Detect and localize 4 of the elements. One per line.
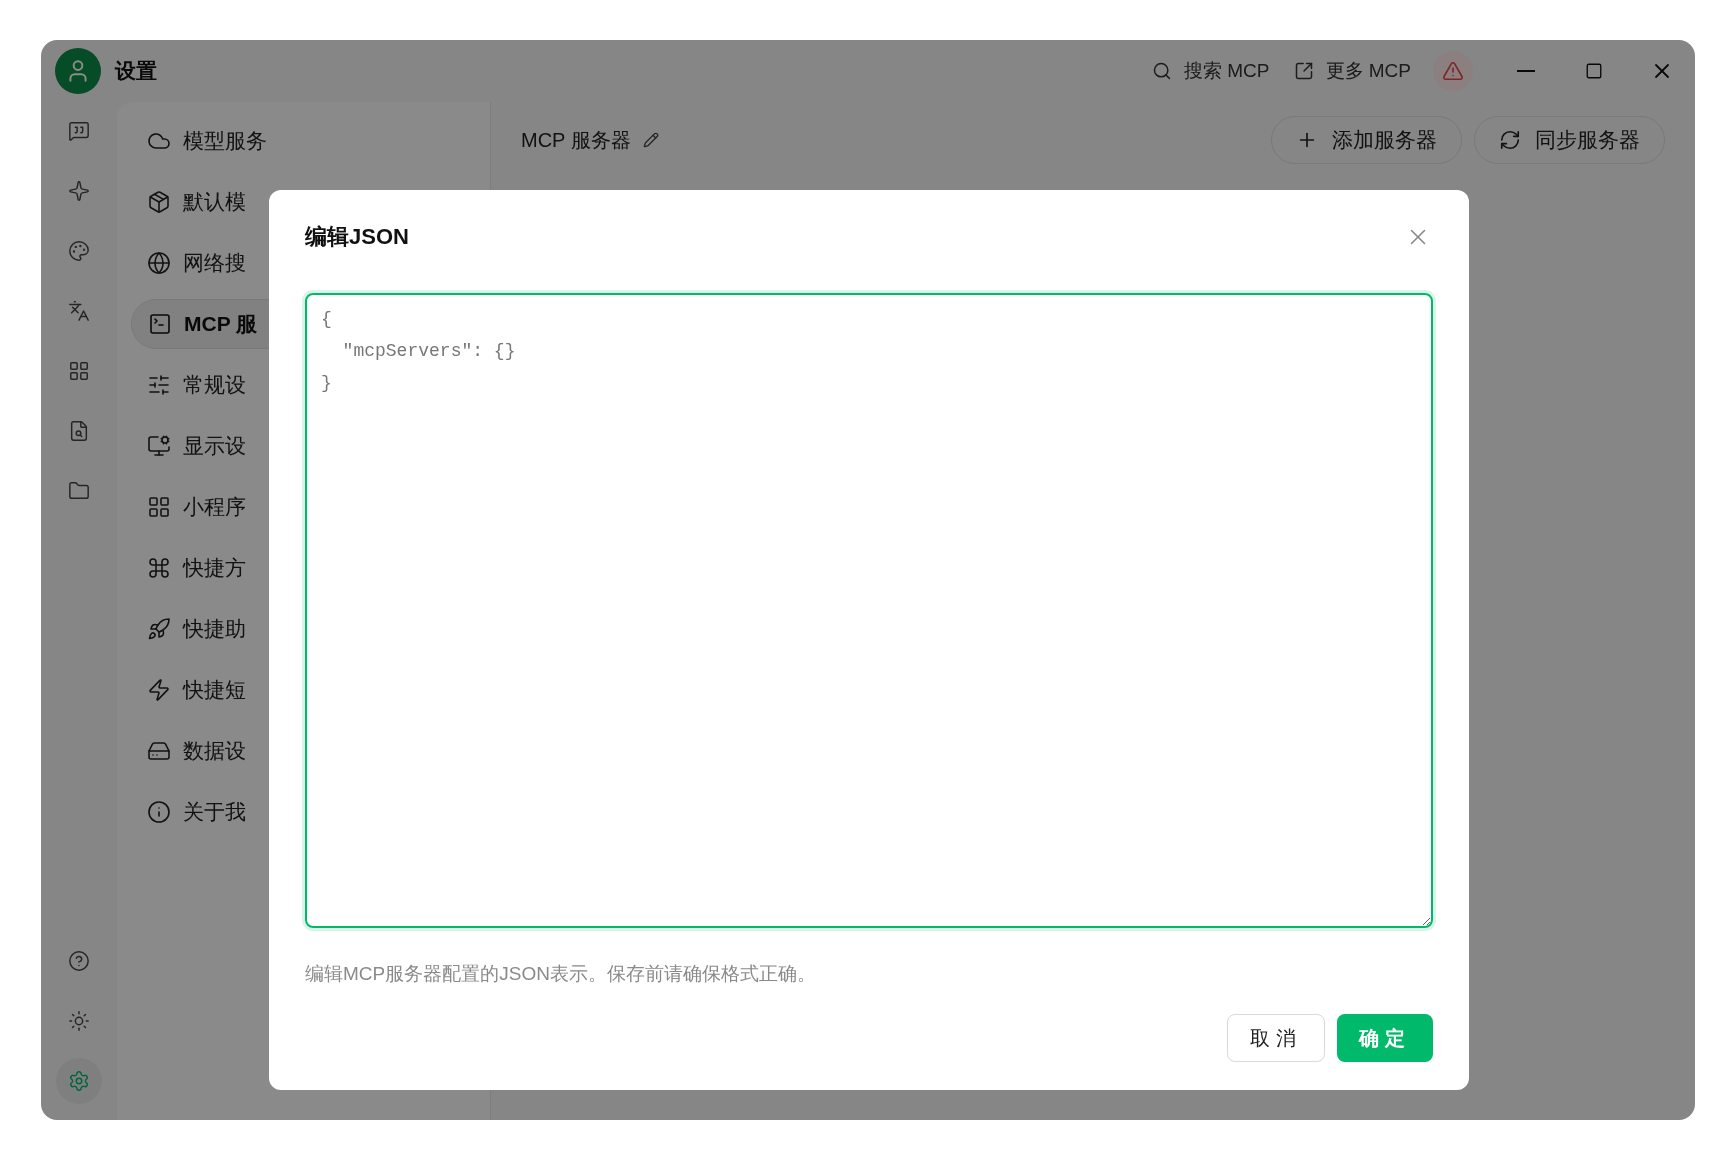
window-title: 设置 [115,58,157,85]
hint-text: 编辑MCP服务器配置的JSON表示。保存前请确保格式正确。 [305,961,817,986]
page-title: MCP 服务器 [521,128,631,153]
dialog-title: 编辑JSON [305,223,409,251]
